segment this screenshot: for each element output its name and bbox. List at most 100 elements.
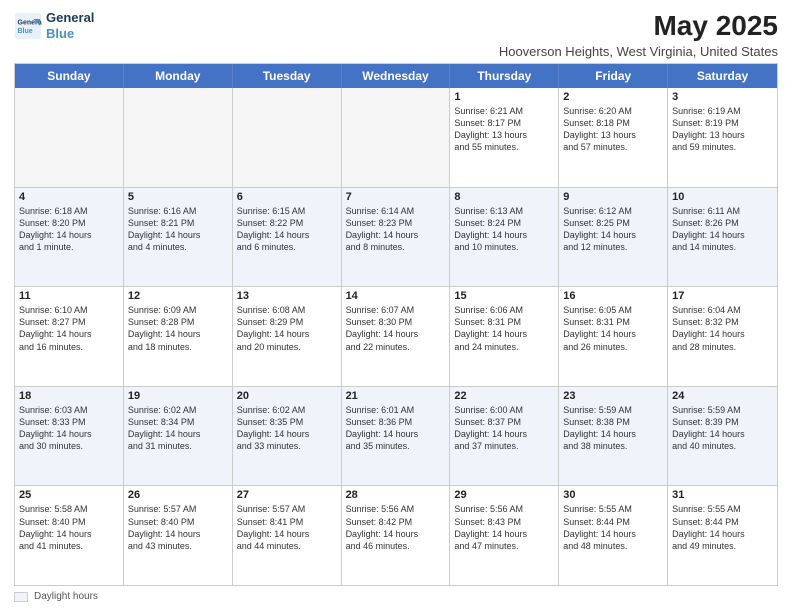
cell-info: Sunrise: 6:05 AM Sunset: 8:31 PM Dayligh… bbox=[563, 304, 663, 353]
day-number: 9 bbox=[563, 191, 663, 203]
day-number: 1 bbox=[454, 91, 554, 103]
day-number: 16 bbox=[563, 290, 663, 302]
calendar: SundayMondayTuesdayWednesdayThursdayFrid… bbox=[14, 63, 778, 586]
cell-info: Sunrise: 5:59 AM Sunset: 8:38 PM Dayligh… bbox=[563, 404, 663, 453]
day-number: 29 bbox=[454, 489, 554, 501]
calendar-week: 4 Sunrise: 6:18 AM Sunset: 8:20 PM Daylig… bbox=[15, 188, 777, 288]
cell-info: Sunrise: 6:09 AM Sunset: 8:28 PM Dayligh… bbox=[128, 304, 228, 353]
day-number: 21 bbox=[346, 390, 446, 402]
cell-info: Sunrise: 5:55 AM Sunset: 8:44 PM Dayligh… bbox=[563, 503, 663, 552]
legend-label: Daylight hours bbox=[34, 591, 98, 602]
table-row bbox=[342, 88, 451, 187]
day-number: 22 bbox=[454, 390, 554, 402]
cell-info: Sunrise: 5:56 AM Sunset: 8:42 PM Dayligh… bbox=[346, 503, 446, 552]
day-number: 5 bbox=[128, 191, 228, 203]
cell-info: Sunrise: 6:14 AM Sunset: 8:23 PM Dayligh… bbox=[346, 205, 446, 254]
title-block: May 2025 Hooverson Heights, West Virgini… bbox=[499, 10, 778, 59]
table-row: 11Sunrise: 6:10 AM Sunset: 8:27 PM Dayli… bbox=[15, 287, 124, 386]
day-number: 15 bbox=[454, 290, 554, 302]
table-row: 13Sunrise: 6:08 AM Sunset: 8:29 PM Dayli… bbox=[233, 287, 342, 386]
table-row: 18Sunrise: 6:03 AM Sunset: 8:33 PM Dayli… bbox=[15, 387, 124, 486]
header: General Blue General Blue May 2025 Hoove… bbox=[14, 10, 778, 59]
cell-info: Sunrise: 6:19 AM Sunset: 8:19 PM Dayligh… bbox=[672, 105, 773, 154]
table-row: 12Sunrise: 6:09 AM Sunset: 8:28 PM Dayli… bbox=[124, 287, 233, 386]
calendar-header-cell: Sunday bbox=[15, 64, 124, 88]
cell-info: Sunrise: 6:16 AM Sunset: 8:21 PM Dayligh… bbox=[128, 205, 228, 254]
day-number: 19 bbox=[128, 390, 228, 402]
table-row: 25Sunrise: 5:58 AM Sunset: 8:40 PM Dayli… bbox=[15, 486, 124, 585]
calendar-header-cell: Tuesday bbox=[233, 64, 342, 88]
day-number: 2 bbox=[563, 91, 663, 103]
table-row: 26 Sunrise: 5:57 AM Sunset: 8:40 PM Dayli… bbox=[124, 486, 233, 585]
cell-info: Sunrise: 6:10 AM Sunset: 8:27 PM Dayligh… bbox=[19, 304, 119, 353]
calendar-header-cell: Friday bbox=[559, 64, 668, 88]
calendar-header-row: SundayMondayTuesdayWednesdayThursdayFrid… bbox=[15, 64, 777, 88]
cell-info: Sunrise: 6:01 AM Sunset: 8:36 PM Dayligh… bbox=[346, 404, 446, 453]
subtitle: Hooverson Heights, West Virginia, United… bbox=[499, 44, 778, 59]
day-number: 26 bbox=[128, 489, 228, 501]
cell-info: Sunrise: 6:13 AM Sunset: 8:24 PM Dayligh… bbox=[454, 205, 554, 254]
calendar-header-cell: Wednesday bbox=[342, 64, 451, 88]
cell-info: Sunrise: 6:04 AM Sunset: 8:32 PM Dayligh… bbox=[672, 304, 773, 353]
cell-info: Sunrise: 6:02 AM Sunset: 8:34 PM Dayligh… bbox=[128, 404, 228, 453]
day-number: 28 bbox=[346, 489, 446, 501]
calendar-week: 11Sunrise: 6:10 AM Sunset: 8:27 PM Dayli… bbox=[15, 287, 777, 387]
cell-info: Sunrise: 6:03 AM Sunset: 8:33 PM Dayligh… bbox=[19, 404, 119, 453]
cell-info: Sunrise: 6:21 AM Sunset: 8:17 PM Dayligh… bbox=[454, 105, 554, 154]
day-number: 27 bbox=[237, 489, 337, 501]
table-row: 21 Sunrise: 6:01 AM Sunset: 8:36 PM Dayli… bbox=[342, 387, 451, 486]
calendar-header-cell: Saturday bbox=[668, 64, 777, 88]
day-number: 24 bbox=[672, 390, 773, 402]
table-row: 4 Sunrise: 6:18 AM Sunset: 8:20 PM Daylig… bbox=[15, 188, 124, 287]
day-number: 3 bbox=[672, 91, 773, 103]
legend-box bbox=[14, 592, 28, 602]
cell-info: Sunrise: 6:18 AM Sunset: 8:20 PM Dayligh… bbox=[19, 205, 119, 254]
day-number: 10 bbox=[672, 191, 773, 203]
calendar-header-cell: Monday bbox=[124, 64, 233, 88]
table-row: 5 Sunrise: 6:16 AM Sunset: 8:21 PM Daylig… bbox=[124, 188, 233, 287]
day-number: 7 bbox=[346, 191, 446, 203]
cell-info: Sunrise: 6:07 AM Sunset: 8:30 PM Dayligh… bbox=[346, 304, 446, 353]
calendar-week: 18Sunrise: 6:03 AM Sunset: 8:33 PM Dayli… bbox=[15, 387, 777, 487]
day-number: 14 bbox=[346, 290, 446, 302]
table-row: 1 Sunrise: 6:21 AM Sunset: 8:17 PM Daylig… bbox=[450, 88, 559, 187]
cell-info: Sunrise: 6:15 AM Sunset: 8:22 PM Dayligh… bbox=[237, 205, 337, 254]
cell-info: Sunrise: 6:06 AM Sunset: 8:31 PM Dayligh… bbox=[454, 304, 554, 353]
day-number: 23 bbox=[563, 390, 663, 402]
calendar-header-cell: Thursday bbox=[450, 64, 559, 88]
table-row: 20Sunrise: 6:02 AM Sunset: 8:35 PM Dayli… bbox=[233, 387, 342, 486]
logo-text: General Blue bbox=[46, 10, 94, 41]
day-number: 25 bbox=[19, 489, 119, 501]
logo: General Blue General Blue bbox=[14, 10, 94, 41]
table-row: 10 Sunrise: 6:11 AM Sunset: 8:26 PM Dayli… bbox=[668, 188, 777, 287]
cell-info: Sunrise: 6:20 AM Sunset: 8:18 PM Dayligh… bbox=[563, 105, 663, 154]
day-number: 17 bbox=[672, 290, 773, 302]
table-row: 28 Sunrise: 5:56 AM Sunset: 8:42 PM Dayli… bbox=[342, 486, 451, 585]
calendar-body: 1 Sunrise: 6:21 AM Sunset: 8:17 PM Daylig… bbox=[15, 88, 777, 585]
day-number: 8 bbox=[454, 191, 554, 203]
cell-info: Sunrise: 5:59 AM Sunset: 8:39 PM Dayligh… bbox=[672, 404, 773, 453]
day-number: 13 bbox=[237, 290, 337, 302]
table-row: 15 Sunrise: 6:06 AM Sunset: 8:31 PM Dayli… bbox=[450, 287, 559, 386]
logo-icon: General Blue bbox=[14, 12, 42, 40]
cell-info: Sunrise: 6:00 AM Sunset: 8:37 PM Dayligh… bbox=[454, 404, 554, 453]
cell-info: Sunrise: 6:11 AM Sunset: 8:26 PM Dayligh… bbox=[672, 205, 773, 254]
day-number: 4 bbox=[19, 191, 119, 203]
day-number: 6 bbox=[237, 191, 337, 203]
table-row: 16 Sunrise: 6:05 AM Sunset: 8:31 PM Dayli… bbox=[559, 287, 668, 386]
cell-info: Sunrise: 5:55 AM Sunset: 8:44 PM Dayligh… bbox=[672, 503, 773, 552]
cell-info: Sunrise: 6:02 AM Sunset: 8:35 PM Dayligh… bbox=[237, 404, 337, 453]
page: General Blue General Blue May 2025 Hoove… bbox=[0, 0, 792, 612]
svg-text:Blue: Blue bbox=[18, 28, 33, 35]
table-row: 2 Sunrise: 6:20 AM Sunset: 8:18 PM Daylig… bbox=[559, 88, 668, 187]
table-row: 3 Sunrise: 6:19 AM Sunset: 8:19 PM Daylig… bbox=[668, 88, 777, 187]
table-row bbox=[15, 88, 124, 187]
table-row: 23 Sunrise: 5:59 AM Sunset: 8:38 PM Dayli… bbox=[559, 387, 668, 486]
cell-info: Sunrise: 5:56 AM Sunset: 8:43 PM Dayligh… bbox=[454, 503, 554, 552]
table-row: 19 Sunrise: 6:02 AM Sunset: 8:34 PM Dayli… bbox=[124, 387, 233, 486]
legend: Daylight hours bbox=[14, 591, 778, 602]
cell-info: Sunrise: 5:57 AM Sunset: 8:40 PM Dayligh… bbox=[128, 503, 228, 552]
table-row: 6 Sunrise: 6:15 AM Sunset: 8:22 PM Daylig… bbox=[233, 188, 342, 287]
main-title: May 2025 bbox=[499, 10, 778, 42]
cell-info: Sunrise: 6:12 AM Sunset: 8:25 PM Dayligh… bbox=[563, 205, 663, 254]
